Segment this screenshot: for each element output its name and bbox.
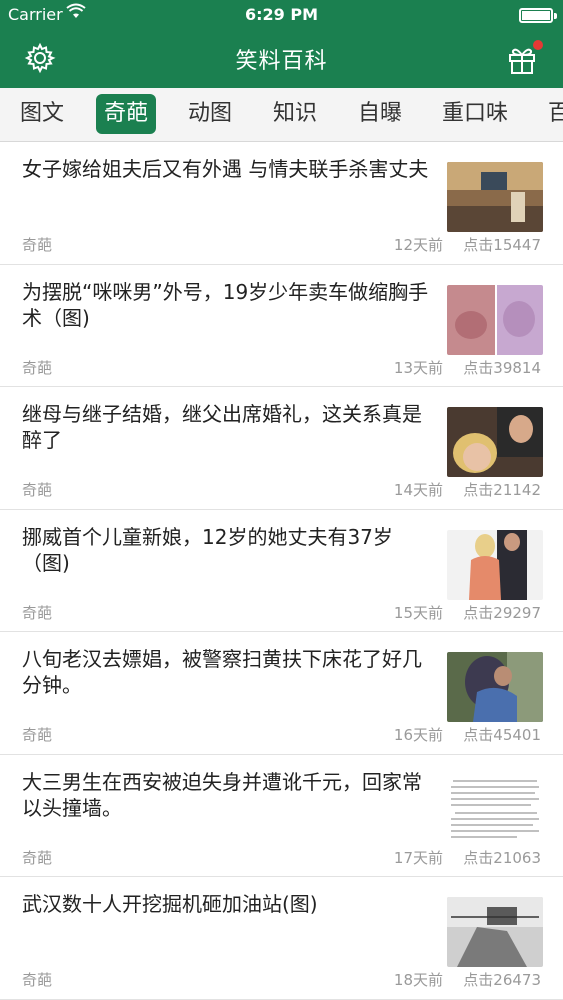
article-category: 奇葩 bbox=[22, 971, 53, 989]
article-thumbnail bbox=[447, 284, 543, 355]
article-clicks: 点击26473 bbox=[463, 971, 541, 989]
article-title: 女子嫁给姐夫后又有外遇 与情夫联手杀害丈夫 bbox=[22, 157, 429, 181]
article-clicks: 点击45401 bbox=[463, 726, 541, 744]
status-bar: Carrier 6:29 PM bbox=[0, 0, 563, 30]
article-title: 八旬老汉去嫖娼，被警察扫黄扶下床花了好几分钟。 bbox=[22, 647, 422, 697]
article-item[interactable]: 女子嫁给姐夫后又有外遇 与情夫联手杀害丈夫 奇葩 12天前 点击15447 bbox=[0, 142, 563, 265]
article-clicks: 点击21142 bbox=[463, 481, 541, 499]
app-title: 笑料百科 bbox=[235, 49, 328, 74]
article-item[interactable]: 挪威首个儿童新娘，12岁的她丈夫有37岁（图) 奇葩 15天前 点击29297 bbox=[0, 510, 563, 632]
battery-icon bbox=[519, 8, 557, 23]
article-category: 奇葩 bbox=[22, 358, 53, 377]
article-date: 18天前 bbox=[393, 971, 443, 989]
article-thumbnail bbox=[447, 652, 543, 722]
tab-zhishi[interactable]: 知识 bbox=[265, 94, 325, 134]
article-clicks: 点击15447 bbox=[463, 236, 541, 254]
article-thumbnail bbox=[447, 529, 543, 600]
article-item[interactable]: 八旬老汉去嫖娼，被警察扫黄扶下床花了好几分钟。 奇葩 16天前 点击45401 bbox=[0, 632, 563, 755]
tab-zhongkouwei[interactable]: 重口味 bbox=[434, 94, 516, 134]
notification-badge bbox=[533, 40, 543, 50]
article-thumbnail bbox=[447, 162, 543, 232]
article-item[interactable]: 武汉数十人开挖掘机砸加油站(图) 奇葩 18天前 点击26473 bbox=[0, 877, 563, 1000]
article-category: 奇葩 bbox=[22, 236, 53, 254]
article-clicks: 点击29297 bbox=[463, 603, 541, 622]
article-thumbnail bbox=[447, 897, 543, 967]
tab-qipa[interactable]: 奇葩 bbox=[96, 94, 157, 134]
article-category: 奇葩 bbox=[22, 726, 53, 744]
tab-tuwen[interactable]: 图文 bbox=[12, 94, 72, 134]
article-thumbnail bbox=[447, 407, 543, 477]
article-category: 奇葩 bbox=[22, 603, 53, 622]
tab-more[interactable]: 百 bbox=[540, 94, 563, 134]
tab-zibao[interactable]: 自曝 bbox=[350, 94, 410, 134]
tab-dongtu[interactable]: 动图 bbox=[180, 94, 240, 134]
article-thumbnail bbox=[447, 774, 543, 845]
article-date: 16天前 bbox=[393, 726, 443, 744]
article-item[interactable]: 大三男生在西安被迫失身并遭讹千元，回家常以头撞墙。 奇葩 17天前 点击2106… bbox=[0, 755, 563, 877]
article-title: 大三男生在西安被迫失身并遭讹千元，回家常以头撞墙。 bbox=[22, 769, 422, 820]
clock-time: 6:29 PM bbox=[244, 5, 318, 24]
article-item[interactable]: 继母与继子结婚，继父出席婚礼，这关系真是醉了 奇葩 14天前 点击21142 bbox=[0, 387, 563, 510]
article-item[interactable]: 为摆脱“咪咪男”外号，19岁少年卖车做缩胸手术（图) 奇葩 13天前 点击398… bbox=[0, 265, 563, 387]
top-header: Carrier 6:29 PM 笑料百科 bbox=[0, 0, 563, 88]
article-date: 15天前 bbox=[393, 603, 443, 622]
article-category: 奇葩 bbox=[22, 848, 53, 867]
article-clicks: 点击21063 bbox=[463, 848, 541, 867]
article-date: 13天前 bbox=[393, 358, 443, 377]
article-date: 14天前 bbox=[393, 481, 443, 499]
article-category: 奇葩 bbox=[22, 481, 53, 499]
article-clicks: 点击39814 bbox=[463, 358, 541, 377]
article-date: 12天前 bbox=[393, 236, 443, 254]
nav-bar: 笑料百科 bbox=[0, 30, 563, 88]
article-title: 武汉数十人开挖掘机砸加油站(图) bbox=[22, 892, 318, 916]
article-date: 17天前 bbox=[393, 848, 443, 867]
article-title: 继母与继子结婚，继父出席婚礼，这关系真是醉了 bbox=[22, 402, 422, 452]
category-tabs: 图文 奇葩 动图 知识 自曝 重口味 百 bbox=[0, 88, 563, 142]
article-title: 为摆脱“咪咪男”外号，19岁少年卖车做缩胸手术（图) bbox=[22, 279, 429, 330]
article-list: 女子嫁给姐夫后又有外遇 与情夫联手杀害丈夫 奇葩 12天前 点击15447 为摆… bbox=[0, 142, 563, 1000]
article-title: 挪威首个儿童新娘，12岁的她丈夫有37岁（图) bbox=[22, 524, 393, 575]
